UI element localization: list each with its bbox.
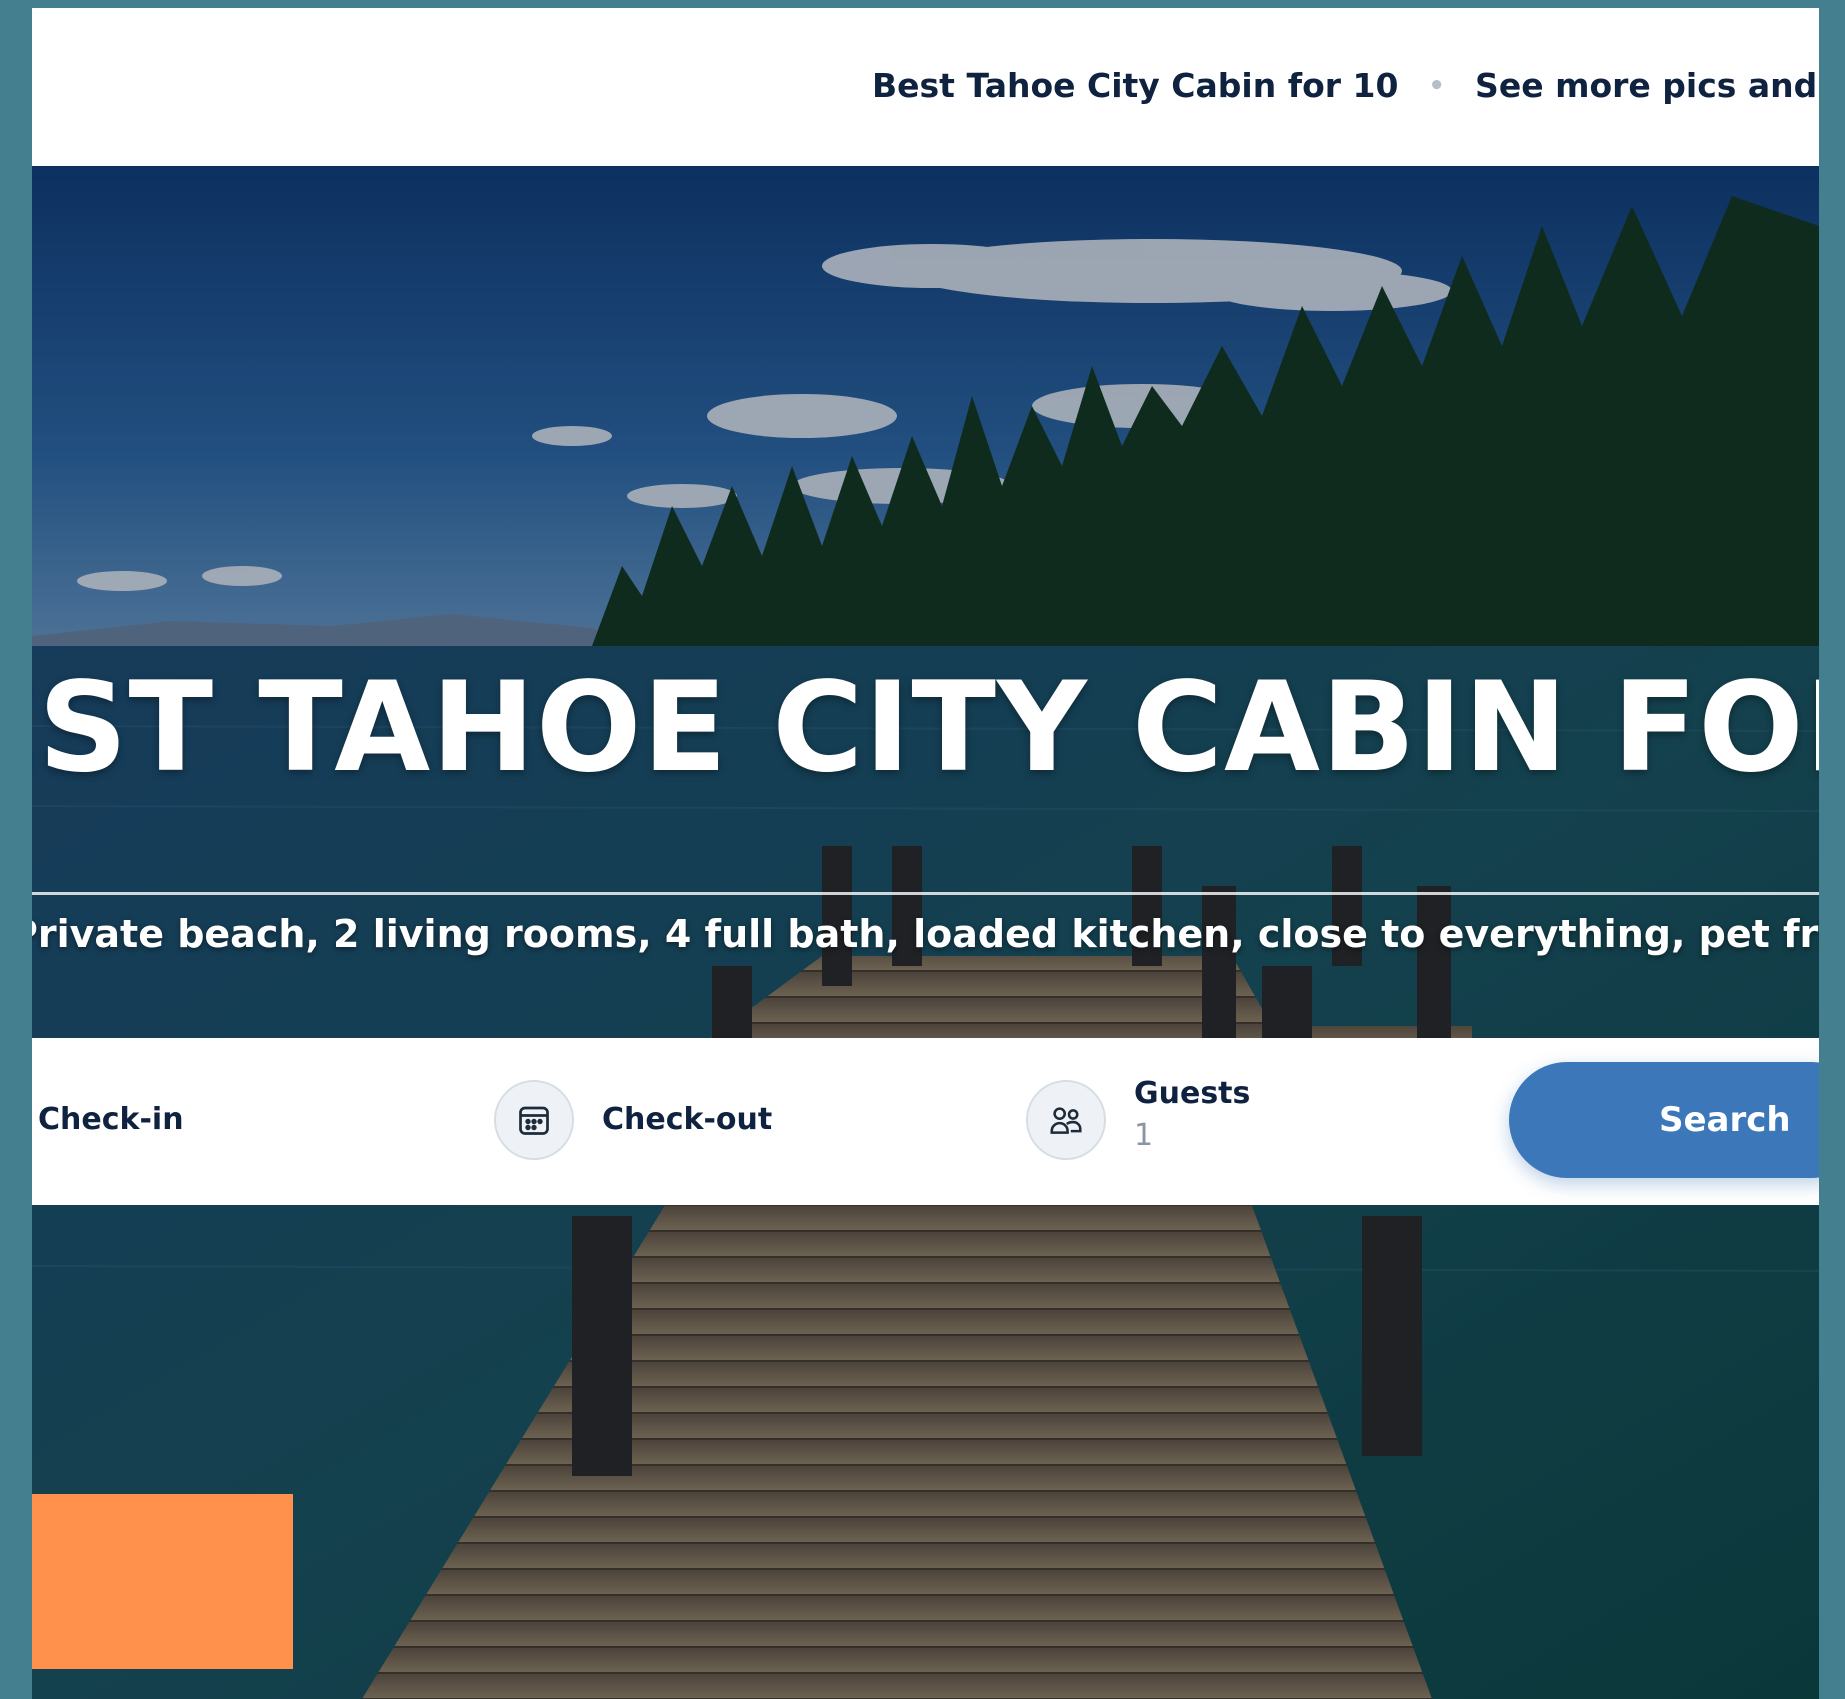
checkin-label: Check-in [38, 1102, 184, 1137]
checkout-label: Check-out [602, 1102, 773, 1137]
orange-overlay-block [32, 1494, 293, 1669]
booking-search-bar: Check-in Check-out Guests 1 Search [32, 1038, 1819, 1205]
search-button[interactable]: Search [1509, 1062, 1819, 1178]
nav-link-cabin[interactable]: Best Tahoe City Cabin for 10 [872, 66, 1398, 105]
nav-links: Best Tahoe City Cabin for 10 • See more … [872, 66, 1819, 105]
guests-field[interactable]: Guests 1 [982, 1038, 1442, 1205]
guests-icon [1026, 1080, 1106, 1160]
checkin-field[interactable]: Check-in [32, 1038, 432, 1205]
nav-link-more-info[interactable]: See more pics and info [1475, 66, 1819, 105]
hero-subtitle: Private beach, 2 living rooms, 4 full ba… [32, 912, 1819, 956]
calendar-icon [494, 1080, 574, 1160]
browser-viewport: Best Tahoe City Cabin for 10 • See more … [32, 8, 1819, 1699]
checkout-field[interactable]: Check-out [452, 1038, 912, 1205]
hero-section: BEST TAHOE CITY CABIN FOR 10 Private bea… [32, 166, 1819, 1699]
guests-value[interactable]: 1 [1134, 1118, 1153, 1153]
guests-label: Guests [1134, 1076, 1251, 1111]
nav-separator: • [1428, 70, 1446, 101]
top-navigation: Best Tahoe City Cabin for 10 • See more … [32, 8, 1819, 166]
hero-title: BEST TAHOE CITY CABIN FOR 10 [32, 656, 1819, 800]
hero-divider [32, 892, 1819, 895]
